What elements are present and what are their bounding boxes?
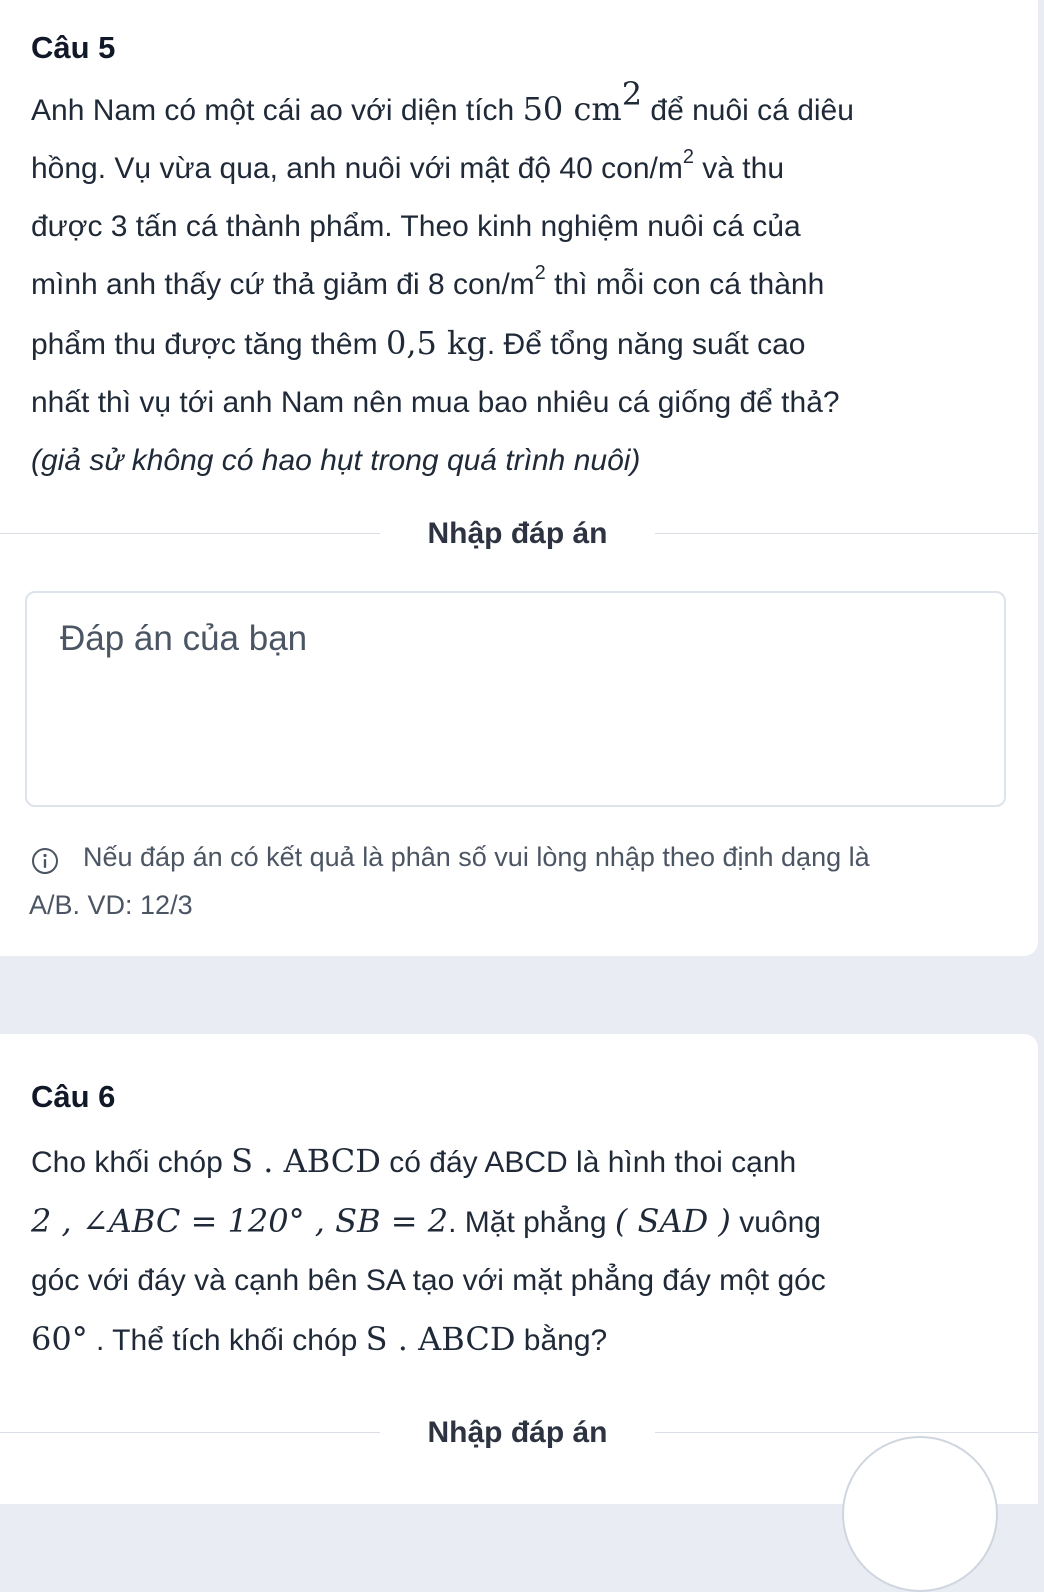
question-line: 2 , ∠ABC = 120° , SB = 2. Mặt phẳng ( SA…	[31, 1202, 821, 1240]
hint-text: A/B. VD: 12/3	[29, 890, 193, 920]
divider-line	[655, 1432, 1038, 1433]
question-line: hồng. Vụ vừa qua, anh nuôi với mật độ 40…	[31, 146, 785, 185]
question-line: phẩm thu được tăng thêm 0,5 kg. Để tổng …	[31, 324, 806, 362]
question-line: Anh Nam có một cái ao với diện tích 50 c…	[31, 75, 854, 128]
question-card-5: Câu 5 Anh Nam có một cái ao với diện tíc…	[0, 0, 1038, 956]
answer-divider: Nhập đáp án	[0, 514, 1038, 554]
question-text: Cho khối chóp S . ABCD có đáy ABCD là hì…	[31, 1132, 1021, 1370]
divider-line	[655, 533, 1038, 534]
info-circle-icon	[31, 841, 59, 874]
floating-round-button[interactable]	[842, 1436, 998, 1592]
question-title: Câu 6	[31, 1079, 116, 1114]
question-title: Câu 5	[31, 30, 116, 65]
divider-line	[0, 533, 380, 534]
question-card-6: Câu 6 Cho khối chóp S . ABCD có đáy ABCD…	[0, 1034, 1038, 1504]
question-line: góc với đáy và cạnh bên SA tạo với mặt p…	[31, 1264, 826, 1297]
question-line: nhất thì vụ tới anh Nam nên mua bao nhiê…	[31, 386, 840, 419]
answer-section-label: Nhập đáp án	[427, 1416, 608, 1449]
question-line: mình anh thấy cứ thả giảm đi 8 con/m2 th…	[31, 262, 825, 301]
question-line: được 3 tấn cá thành phẩm. Theo kinh nghi…	[31, 210, 801, 243]
question-line: Cho khối chóp S . ABCD có đáy ABCD là hì…	[31, 1142, 797, 1180]
question-line: 60° . Thể tích khối chóp S . ABCD bằng?	[31, 1320, 608, 1358]
question-line: (giả sử không có hao hụt trong quá trình…	[31, 444, 641, 477]
hint-text: Nếu đáp án có kết quả là phân số vui lòn…	[83, 842, 870, 872]
question-text: Anh Nam có một cái ao với diện tích 50 c…	[31, 75, 1021, 490]
answer-input[interactable]	[25, 591, 1006, 807]
divider-line	[0, 1432, 380, 1433]
answer-section-label: Nhập đáp án	[427, 517, 608, 550]
